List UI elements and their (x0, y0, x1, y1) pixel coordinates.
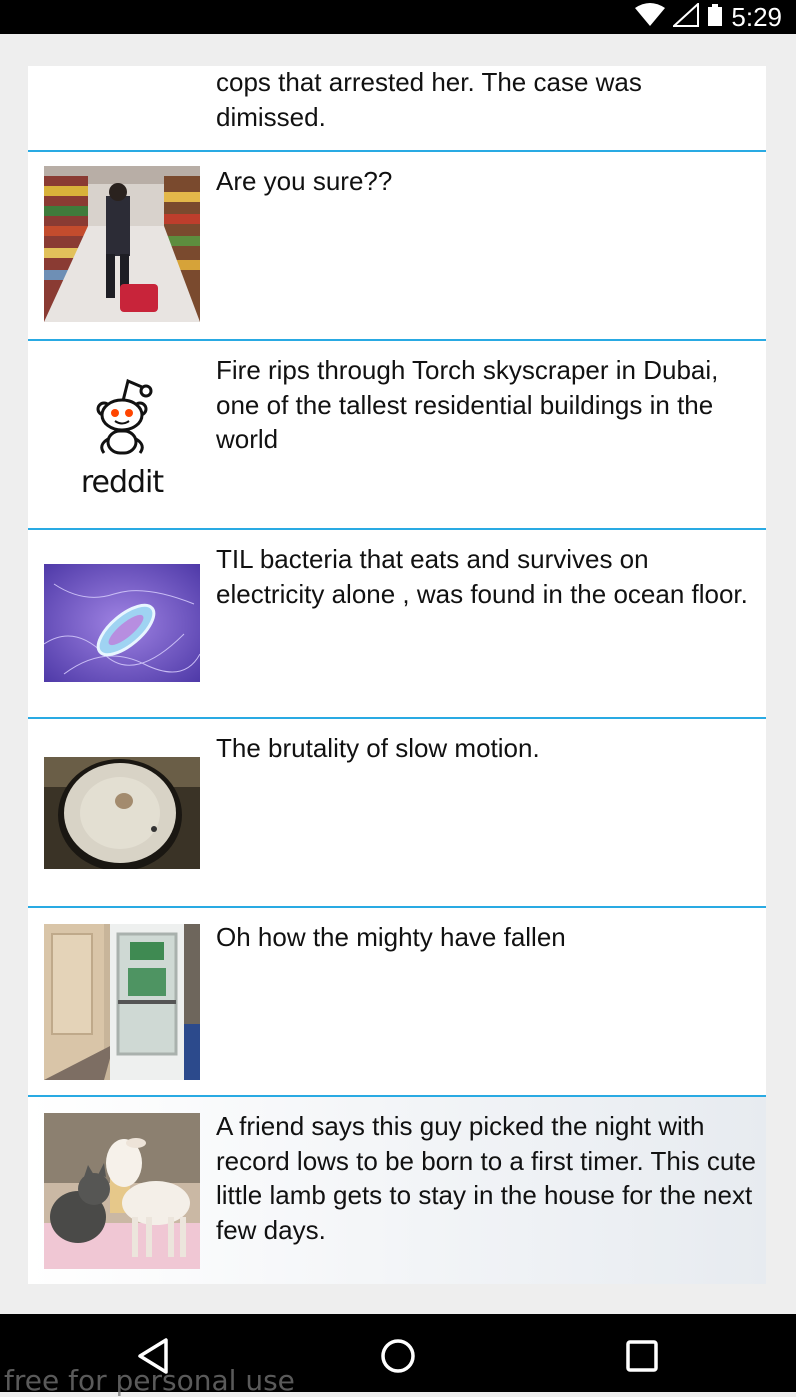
post-list[interactable]: cops that arrested her. The case was dim… (28, 66, 766, 1284)
status-time: 5:29 (731, 2, 782, 32)
reddit-logo-thumbnail[interactable]: reddit (44, 375, 200, 499)
post-row[interactable]: TIL bacteria that eats and survives on e… (28, 530, 766, 719)
post-row[interactable]: A friend says this guy picked the night … (28, 1097, 766, 1284)
lamb-thumbnail[interactable] (44, 1113, 200, 1269)
post-title: cops that arrested her. The case was dim… (216, 67, 642, 132)
navigation-bar (0, 1314, 796, 1392)
post-row[interactable]: reddit Fire rips through Torch skyscrape… (28, 341, 766, 530)
post-row[interactable]: Are you sure?? (28, 152, 766, 341)
back-button[interactable] (134, 1336, 174, 1376)
post-row[interactable]: Oh how the mighty have fallen (28, 908, 766, 1097)
slow-motion-thumbnail[interactable] (44, 757, 200, 869)
back-icon (138, 1338, 168, 1374)
post-title: Oh how the mighty have fallen (216, 922, 566, 952)
post-title: Fire rips through Torch skyscraper in Du… (216, 355, 719, 454)
post-title: The brutality of slow motion. (216, 733, 540, 763)
post-title: TIL bacteria that eats and survives on e… (216, 544, 748, 609)
recents-icon (626, 1340, 658, 1372)
home-button[interactable] (378, 1336, 418, 1376)
doorway-thumbnail[interactable] (44, 924, 200, 1080)
home-icon (381, 1339, 415, 1373)
post-row[interactable]: The brutality of slow motion. (28, 719, 766, 908)
post-title: Are you sure?? (216, 166, 393, 196)
battery-icon (707, 3, 723, 31)
reddit-logo-text: reddit (80, 465, 164, 499)
grocery-aisle-thumbnail[interactable] (44, 166, 200, 322)
post-row[interactable]: cops that arrested her. The case was dim… (28, 66, 766, 152)
status-bar: 5:29 (0, 0, 796, 34)
bacteria-thumbnail[interactable] (44, 564, 200, 682)
status-icons: 5:29 (635, 0, 782, 34)
post-title: A friend says this guy picked the night … (216, 1111, 756, 1245)
cell-signal-icon (671, 1, 700, 32)
recents-button[interactable] (622, 1336, 662, 1376)
wifi-icon (635, 2, 666, 32)
